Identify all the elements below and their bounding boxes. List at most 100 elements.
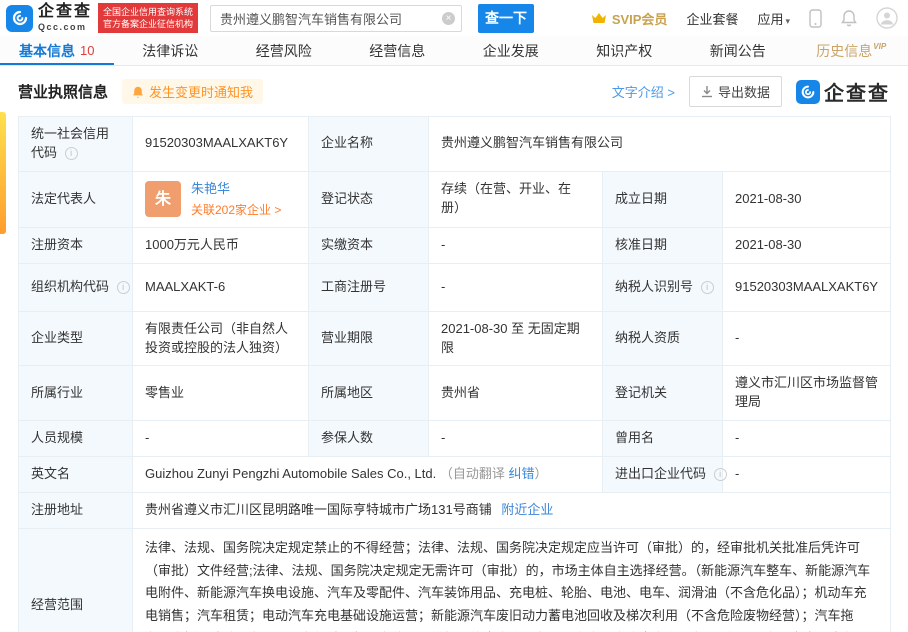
tab-basic-info[interactable]: 基本信息 10 [0, 36, 114, 65]
label-region: 所属地区 [308, 365, 429, 422]
notifications-bell-icon[interactable] [841, 9, 857, 27]
value-paid-capital: - [428, 226, 603, 264]
svip-member-link[interactable]: SVIP会员 [591, 9, 667, 28]
download-icon [701, 86, 712, 98]
table-row: 注册资本 1000万元人民币 实缴资本 - 核准日期 2021-08-30 [18, 226, 892, 264]
section-bar: 营业执照信息 发生变更时通知我 文字介绍 > 导出数据 企查查 [18, 76, 890, 107]
value-insured-count: - [428, 420, 603, 457]
table-row: 所属行业 零售业 所属地区 贵州省 登记机关 遵义市汇川区市场监督管理局 [18, 365, 892, 422]
label-industry: 所属行业 [18, 365, 133, 422]
notify-on-change-button[interactable]: 发生变更时通知我 [122, 79, 264, 104]
bell-icon [133, 86, 143, 98]
value-region: 贵州省 [428, 365, 603, 422]
qcc-company-page: 企查查 Qcc.com 全国企业信用查询系统 官方备案企业征信机构 × 查一下 … [0, 0, 908, 632]
enterprise-package-link[interactable]: 企业套餐 [686, 9, 738, 28]
label-taxpayer-id: 纳税人识别号 i [602, 262, 723, 312]
section-actions: 文字介绍 > 导出数据 企查查 [612, 76, 890, 107]
legal-rep-name-link[interactable]: 朱艳华 [191, 180, 281, 199]
value-establish-date: 2021-08-30 [721, 170, 892, 228]
value-biz-term: 2021-08-30 至 无固定期限 [428, 310, 603, 367]
value-biz-reg-no: - [428, 262, 603, 312]
label-taxpayer-quality: 纳税人资质 [602, 310, 723, 367]
label-paid-capital: 实缴资本 [308, 226, 429, 264]
value-biz-scope: 法律、法规、国务院决定规定禁止的不得经营；法律、法规、国务院决定规定应当许可（审… [131, 527, 892, 632]
top-menu: SVIP会员 企业套餐 应用 ▾ [591, 7, 898, 29]
value-industry: 零售业 [132, 365, 309, 422]
label-former-name: 曾用名 [602, 420, 723, 457]
section-title: 营业执照信息 [18, 84, 109, 101]
chevron-down-icon: ▾ [785, 15, 790, 26]
basic-info-count: 10 [80, 43, 95, 58]
text-intro-link[interactable]: 文字介绍 > [612, 82, 675, 101]
label-biz-scope: 经营范围 [18, 527, 133, 632]
credit-system-badge: 全国企业信用查询系统 官方备案企业征信机构 [98, 2, 199, 34]
clear-icon[interactable]: × [442, 11, 456, 25]
search-box: × [210, 4, 463, 32]
value-taxpayer-id: 91520303MAALXAKT6Y [721, 262, 892, 312]
table-row: 英文名 Guizhou Zunyi Pengzhi Automobile Sal… [18, 455, 892, 493]
table-row: 法定代表人 朱 朱艳华 关联202家企业 > 登记状态 存续（在营、开业、在册）… [18, 170, 892, 228]
label-credit-code: 统一社会信用代码 i [18, 116, 133, 172]
tab-history-info[interactable]: 历史信息 VIP [795, 36, 908, 65]
nav-tabs: 基本信息 10 法律诉讼 经营风险 经营信息 企业发展 知识产权 新闻公告 历史信… [0, 36, 908, 66]
tab-intellectual-property[interactable]: 知识产权 [568, 36, 682, 65]
table-row: 组织机构代码 i MAALXAKT-6 工商注册号 - 纳税人识别号 i 915… [18, 262, 892, 312]
tab-operation-info[interactable]: 经营信息 [341, 36, 455, 65]
correct-error-link[interactable]: 纠错 [508, 466, 534, 481]
tab-enterprise-development[interactable]: 企业发展 [454, 36, 568, 65]
value-company-type: 有限责任公司（非自然人投资或控股的法人独资） [132, 310, 309, 367]
info-icon[interactable]: i [64, 146, 78, 160]
value-taxpayer-quality: - [721, 310, 892, 367]
value-staff-size: - [132, 420, 309, 457]
value-legal-rep: 朱 朱艳华 关联202家企业 > [132, 170, 309, 228]
label-reg-capital: 注册资本 [18, 226, 133, 264]
qcc-watermark: 企查查 [796, 77, 890, 106]
info-icon[interactable]: i [713, 467, 727, 481]
search-input[interactable] [210, 4, 463, 32]
tab-legal-litigation[interactable]: 法律诉讼 [114, 36, 228, 65]
legal-rep-avatar[interactable]: 朱 [145, 181, 181, 218]
table-row: 经营范围 法律、法规、国务院决定规定禁止的不得经营；法律、法规、国务院决定规定应… [18, 527, 892, 632]
value-former-name: - [721, 420, 892, 457]
label-reg-status: 登记状态 [308, 170, 429, 228]
label-legal-rep: 法定代表人 [18, 170, 133, 228]
floating-widget-edge[interactable] [0, 112, 6, 234]
table-row: 注册地址 贵州省遵义市汇川区昆明路唯一国际亨特城市广场131号商铺 附近企业 [18, 491, 892, 529]
nearby-companies-link[interactable]: 附近企业 [501, 502, 553, 517]
tab-news-announcements[interactable]: 新闻公告 [681, 36, 795, 65]
label-establish-date: 成立日期 [602, 170, 723, 228]
label-insured-count: 参保人数 [308, 420, 429, 457]
export-data-button[interactable]: 导出数据 [688, 76, 782, 107]
label-staff-size: 人员规模 [18, 420, 133, 457]
tab-operation-risk[interactable]: 经营风险 [227, 36, 341, 65]
user-avatar-icon[interactable] [876, 7, 898, 29]
label-company-type: 企业类型 [18, 310, 133, 367]
label-reg-address: 注册地址 [18, 491, 133, 529]
vip-tag: VIP [873, 42, 887, 51]
info-icon[interactable]: i [700, 280, 714, 294]
label-approval-date: 核准日期 [602, 226, 723, 264]
value-reg-capital: 1000万元人民币 [132, 226, 309, 264]
logo-title: 企查查 [38, 3, 93, 20]
label-company-name: 企业名称 [308, 116, 429, 172]
search-button[interactable]: 查一下 [478, 3, 535, 33]
legal-rep-related-link[interactable]: 关联202家企业 > [191, 202, 281, 219]
label-biz-term: 营业期限 [308, 310, 429, 367]
value-reg-status: 存续（在营、开业、在册） [428, 170, 603, 228]
value-reg-authority: 遵义市汇川区市场监督管理局 [721, 365, 892, 422]
label-import-export-code: 进出口企业代码 i [602, 455, 727, 493]
table-row: 统一社会信用代码 i 91520303MAALXAKT6Y 企业名称 贵州遵义鹏… [18, 116, 892, 172]
value-import-export-code: - [721, 455, 892, 493]
qcc-logo[interactable]: 企查查 Qcc.com [6, 4, 92, 32]
business-license-table: 统一社会信用代码 i 91520303MAALXAKT6Y 企业名称 贵州遵义鹏… [18, 116, 892, 632]
info-icon[interactable]: i [116, 280, 130, 294]
value-company-name: 贵州遵义鹏智汽车销售有限公司 [427, 116, 892, 172]
apps-dropdown[interactable]: 应用 ▾ [757, 9, 790, 28]
mobile-app-icon[interactable] [809, 8, 822, 28]
crown-icon [591, 13, 606, 23]
qcc-watermark-icon [796, 79, 820, 104]
value-english-name: Guizhou Zunyi Pengzhi Automobile Sales C… [132, 455, 603, 493]
label-org-code: 组织机构代码 i [18, 262, 133, 312]
value-reg-address: 贵州省遵义市汇川区昆明路唯一国际亨特城市广场131号商铺 附近企业 [131, 491, 892, 529]
table-row: 人员规模 - 参保人数 - 曾用名 - [18, 420, 892, 457]
